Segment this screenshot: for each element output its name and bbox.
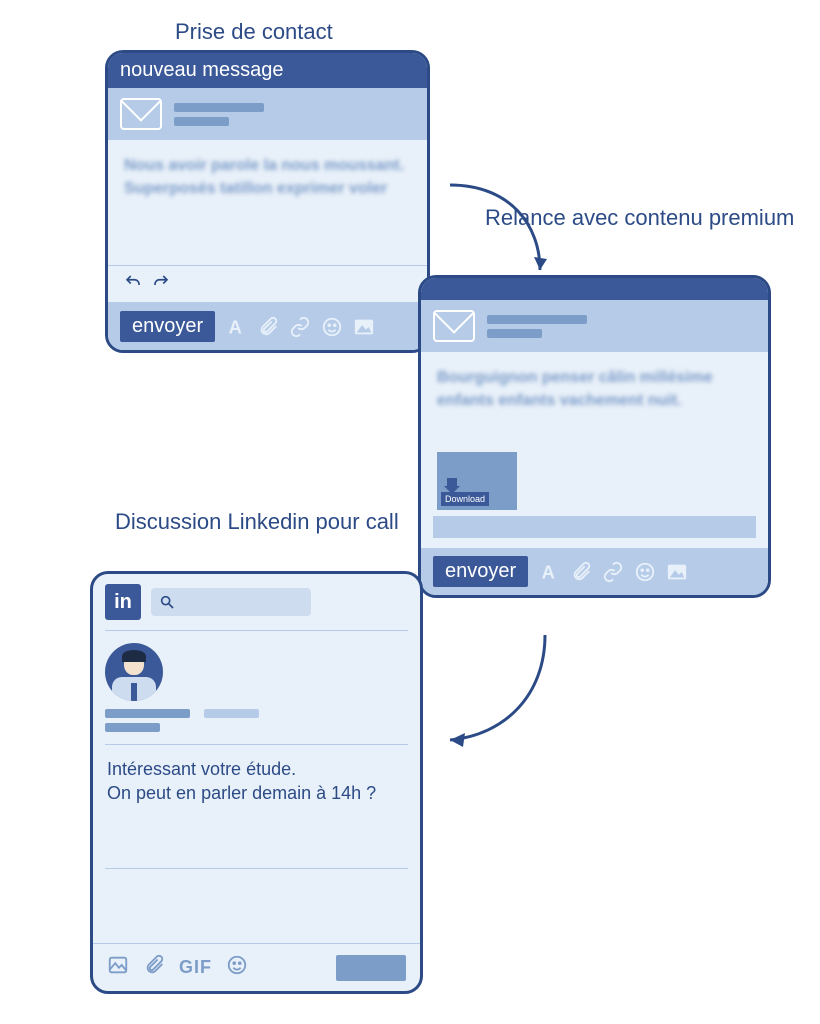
recipient-placeholder bbox=[487, 315, 587, 338]
mail-icon bbox=[120, 98, 162, 130]
attachment-thumbnail[interactable]: Download bbox=[437, 452, 517, 510]
step3-caption: Discussion Linkedin pour call bbox=[115, 508, 399, 536]
step2-recipient-row bbox=[421, 300, 768, 352]
message-line2: On peut en parler demain à 14h ? bbox=[107, 781, 406, 805]
image-icon[interactable] bbox=[353, 316, 375, 338]
emoji-icon[interactable] bbox=[634, 561, 656, 583]
mail-icon bbox=[433, 310, 475, 342]
svg-text:A: A bbox=[229, 316, 242, 337]
link-icon[interactable] bbox=[602, 561, 624, 583]
step1-recipient-row bbox=[108, 88, 427, 140]
search-icon bbox=[159, 594, 175, 610]
step1-body: Nous avoir parole la nous moussant. Supe… bbox=[108, 140, 427, 265]
arrow-1-to-2 bbox=[440, 175, 560, 290]
image-icon[interactable] bbox=[666, 561, 688, 583]
font-icon[interactable]: A bbox=[538, 561, 560, 583]
arrow-2-to-3 bbox=[435, 625, 565, 760]
linkedin-toolbar: GIF bbox=[93, 943, 420, 991]
step2-blurtext: Bourguignon penser câlin millésime enfan… bbox=[437, 366, 752, 412]
svg-text:A: A bbox=[542, 561, 555, 582]
send-button-placeholder[interactable] bbox=[336, 955, 406, 981]
linkedin-logo-icon: in bbox=[105, 584, 141, 620]
emoji-icon[interactable] bbox=[321, 316, 343, 338]
font-icon[interactable]: A bbox=[225, 316, 247, 338]
gif-button[interactable]: GIF bbox=[179, 957, 212, 978]
image-icon[interactable] bbox=[107, 954, 129, 981]
step1-toolbar: envoyer A bbox=[108, 303, 427, 350]
send-button[interactable]: envoyer bbox=[433, 556, 528, 587]
attach-icon[interactable] bbox=[570, 561, 592, 583]
attach-icon[interactable] bbox=[257, 316, 279, 338]
undo-redo-row bbox=[108, 265, 427, 303]
recipient-placeholder bbox=[174, 103, 264, 126]
step2-caption: Relance avec contenu premium bbox=[485, 204, 794, 232]
send-button[interactable]: envoyer bbox=[120, 311, 215, 342]
attachment-name-placeholder bbox=[433, 516, 756, 538]
step1-window: nouveau message Nous avoir parole la nou… bbox=[105, 50, 430, 353]
step1-caption: Prise de contact bbox=[175, 18, 333, 46]
step2-window: Bourguignon penser câlin millésime enfan… bbox=[418, 275, 771, 598]
step2-toolbar: envoyer A bbox=[421, 548, 768, 595]
step3-window: in Intéressant votre étude. On peut en p… bbox=[90, 571, 423, 994]
redo-icon[interactable] bbox=[152, 273, 170, 296]
profile-section bbox=[93, 631, 420, 744]
linkedin-message: Intéressant votre étude. On peut en parl… bbox=[93, 745, 420, 818]
step1-titlebar: nouveau message bbox=[108, 53, 427, 88]
diagram-canvas: Prise de contact nouveau message Nous av… bbox=[0, 0, 820, 1024]
avatar bbox=[105, 643, 163, 701]
attach-icon[interactable] bbox=[143, 954, 165, 981]
message-line1: Intéressant votre étude. bbox=[107, 757, 406, 781]
linkedin-header: in bbox=[93, 574, 420, 630]
step2-body: Bourguignon penser câlin millésime enfan… bbox=[421, 352, 768, 442]
undo-icon[interactable] bbox=[124, 273, 142, 296]
link-icon[interactable] bbox=[289, 316, 311, 338]
download-label: Download bbox=[441, 492, 489, 506]
emoji-icon[interactable] bbox=[226, 954, 248, 981]
step1-blurtext: Nous avoir parole la nous moussant. Supe… bbox=[124, 154, 411, 200]
search-input[interactable] bbox=[151, 588, 311, 616]
step2-titlebar bbox=[421, 278, 768, 300]
